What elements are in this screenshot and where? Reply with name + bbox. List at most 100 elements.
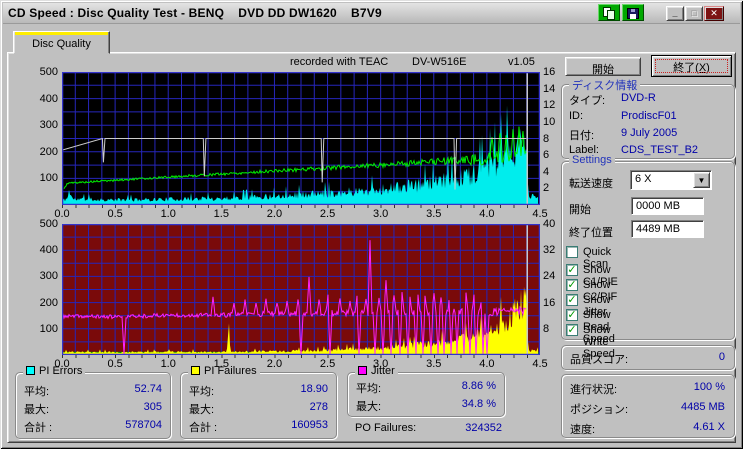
- top-chart-svg: [61, 71, 541, 206]
- pi-failures-color-swatch: [191, 366, 200, 375]
- axis-tick-label: 400: [39, 92, 58, 105]
- max-value: 34.8 %: [461, 398, 496, 410]
- axis-tick-label: 16: [543, 66, 556, 78]
- po-failures-value: 324352: [465, 422, 502, 434]
- maximize-button[interactable]: □: [685, 6, 703, 21]
- exit-button-label: 終了(: [673, 62, 699, 74]
- checkbox-icon: ✓: [566, 309, 578, 321]
- checkbox-icon: [566, 246, 578, 258]
- x-axis-ticks-bottom: [62, 355, 540, 358]
- quality-score-value: 0: [718, 351, 725, 363]
- axis-tick-label: 300: [39, 270, 58, 283]
- transfer-speed-select[interactable]: 6 X ▼: [630, 170, 712, 190]
- axis-tick-label: 4.5: [532, 358, 548, 370]
- axis-tick-label: 500: [39, 66, 58, 78]
- start-position-input[interactable]: 0000 MB: [631, 197, 704, 215]
- axis-tick-label: 3.5: [426, 208, 442, 220]
- disc-type-label: タイプ:: [569, 95, 606, 107]
- copy-button[interactable]: [598, 4, 620, 21]
- pie-speed-chart: [61, 71, 541, 206]
- disc-type-value: DVD-R: [621, 92, 656, 104]
- axis-tick-label: 6: [543, 149, 550, 162]
- axis-tick-label: 0.5: [107, 358, 123, 370]
- exit-button[interactable]: 終了(X): [651, 55, 732, 77]
- axis-tick-label: 8: [543, 322, 550, 335]
- axis-tick-label: 300: [39, 119, 58, 132]
- quality-score-label: 品質スコア:: [570, 354, 629, 366]
- transfer-speed-value: 6 X: [635, 173, 652, 185]
- checkbox-icon: ✓: [566, 294, 578, 306]
- axis-tick-label: 100: [39, 172, 58, 185]
- checkbox-icon: ✓: [566, 324, 578, 336]
- max-label: 最大:: [356, 401, 382, 413]
- pif-jitter-chart: [61, 223, 541, 356]
- avg-label: 平均:: [189, 386, 215, 398]
- position-label: ポジション:: [570, 404, 629, 416]
- start-position-label: 開始: [569, 204, 591, 216]
- avg-value: 52.74: [134, 383, 162, 395]
- axis-tick-label: 32: [543, 244, 556, 257]
- po-failures-label: PO Failures:: [355, 422, 417, 434]
- close-icon: ✕: [710, 8, 718, 18]
- progress-value: 100 %: [693, 381, 725, 393]
- axis-tick-label: 40: [543, 218, 556, 230]
- maximize-icon: □: [691, 8, 697, 18]
- axis-tick-label: 2.0: [266, 358, 283, 370]
- pi-failures-panel: PI Failures 平均: 18.90 最大: 278 合計 : 16095…: [180, 365, 337, 439]
- axis-tick-label: 4.0: [479, 208, 495, 220]
- progress-label: 進行状況:: [570, 384, 618, 396]
- disc-label-value: CDS_TEST_B2: [621, 144, 699, 156]
- minimize-button[interactable]: _: [666, 6, 684, 21]
- start-button[interactable]: 開始: [565, 57, 641, 76]
- axis-tick-label: 400: [39, 244, 58, 257]
- max-label: 最大:: [189, 404, 215, 416]
- recorded-with-note: recorded with TEAC: [290, 56, 389, 68]
- position-value: 4485 MB: [680, 401, 725, 413]
- avg-label: 平均:: [24, 386, 50, 398]
- transfer-speed-label: 転送速度: [569, 178, 613, 190]
- disc-date-label: 日付:: [569, 130, 595, 142]
- save-icon: [627, 8, 639, 19]
- axis-tick-label: 1.0: [160, 208, 176, 220]
- jitter-color-swatch: [358, 366, 367, 375]
- start-button-label: 開始: [592, 64, 614, 76]
- axis-tick-label: 8: [543, 132, 550, 145]
- minimize-icon: _: [672, 8, 678, 18]
- axis-tick-label: 24: [543, 270, 556, 283]
- tab-disc-quality[interactable]: Disc Quality: [13, 31, 110, 54]
- speed-label: 速度:: [570, 424, 596, 436]
- disc-id-label: ID:: [569, 110, 584, 122]
- avg-value: 18.90: [300, 383, 328, 395]
- app-window: CD Speed : Disc Quality Test - BENQ DVD …: [0, 0, 743, 449]
- total-value: 160953: [291, 419, 328, 431]
- checkbox-icon: ✓: [566, 279, 578, 291]
- speed-value: 4.61 X: [693, 421, 725, 433]
- bottom-chart-svg: [61, 223, 541, 356]
- axis-tick-label: 1.5: [213, 358, 229, 370]
- axis-tick-label: 2.5: [319, 208, 336, 220]
- total-label: 合計 :: [189, 422, 218, 434]
- axis-tick-label: 12: [543, 99, 556, 112]
- close-button[interactable]: ✕: [704, 6, 724, 21]
- disc-date-value: 9 July 2005: [621, 127, 678, 139]
- chevron-down-icon[interactable]: ▼: [693, 172, 710, 188]
- max-label: 最大:: [24, 404, 50, 416]
- axis-tick-label: 4.0: [479, 358, 495, 370]
- pi-errors-color-swatch: [26, 366, 35, 375]
- axis-tick-label: 3.0: [373, 208, 389, 220]
- end-position-input[interactable]: 4489 MB: [631, 220, 704, 238]
- scan-version: v1.05: [508, 56, 535, 68]
- end-position-value: 4489 MB: [636, 223, 681, 235]
- settings-title: Settings: [569, 154, 615, 166]
- total-label: 合計 :: [24, 422, 53, 434]
- axis-tick-label: 100: [39, 322, 58, 335]
- axis-tick-label: 0.0: [54, 358, 70, 370]
- avg-value: 8.86 %: [461, 380, 496, 392]
- save-button[interactable]: [622, 4, 644, 21]
- avg-label: 平均:: [356, 383, 382, 395]
- max-value: 305: [143, 401, 162, 413]
- tab-label: Disc Quality: [32, 38, 91, 50]
- jitter-panel: Jitter 平均: 8.86 % 最大: 34.8 %: [347, 365, 505, 417]
- disc-info-title: ディスク情報: [569, 77, 641, 93]
- total-value: 578704: [125, 419, 162, 431]
